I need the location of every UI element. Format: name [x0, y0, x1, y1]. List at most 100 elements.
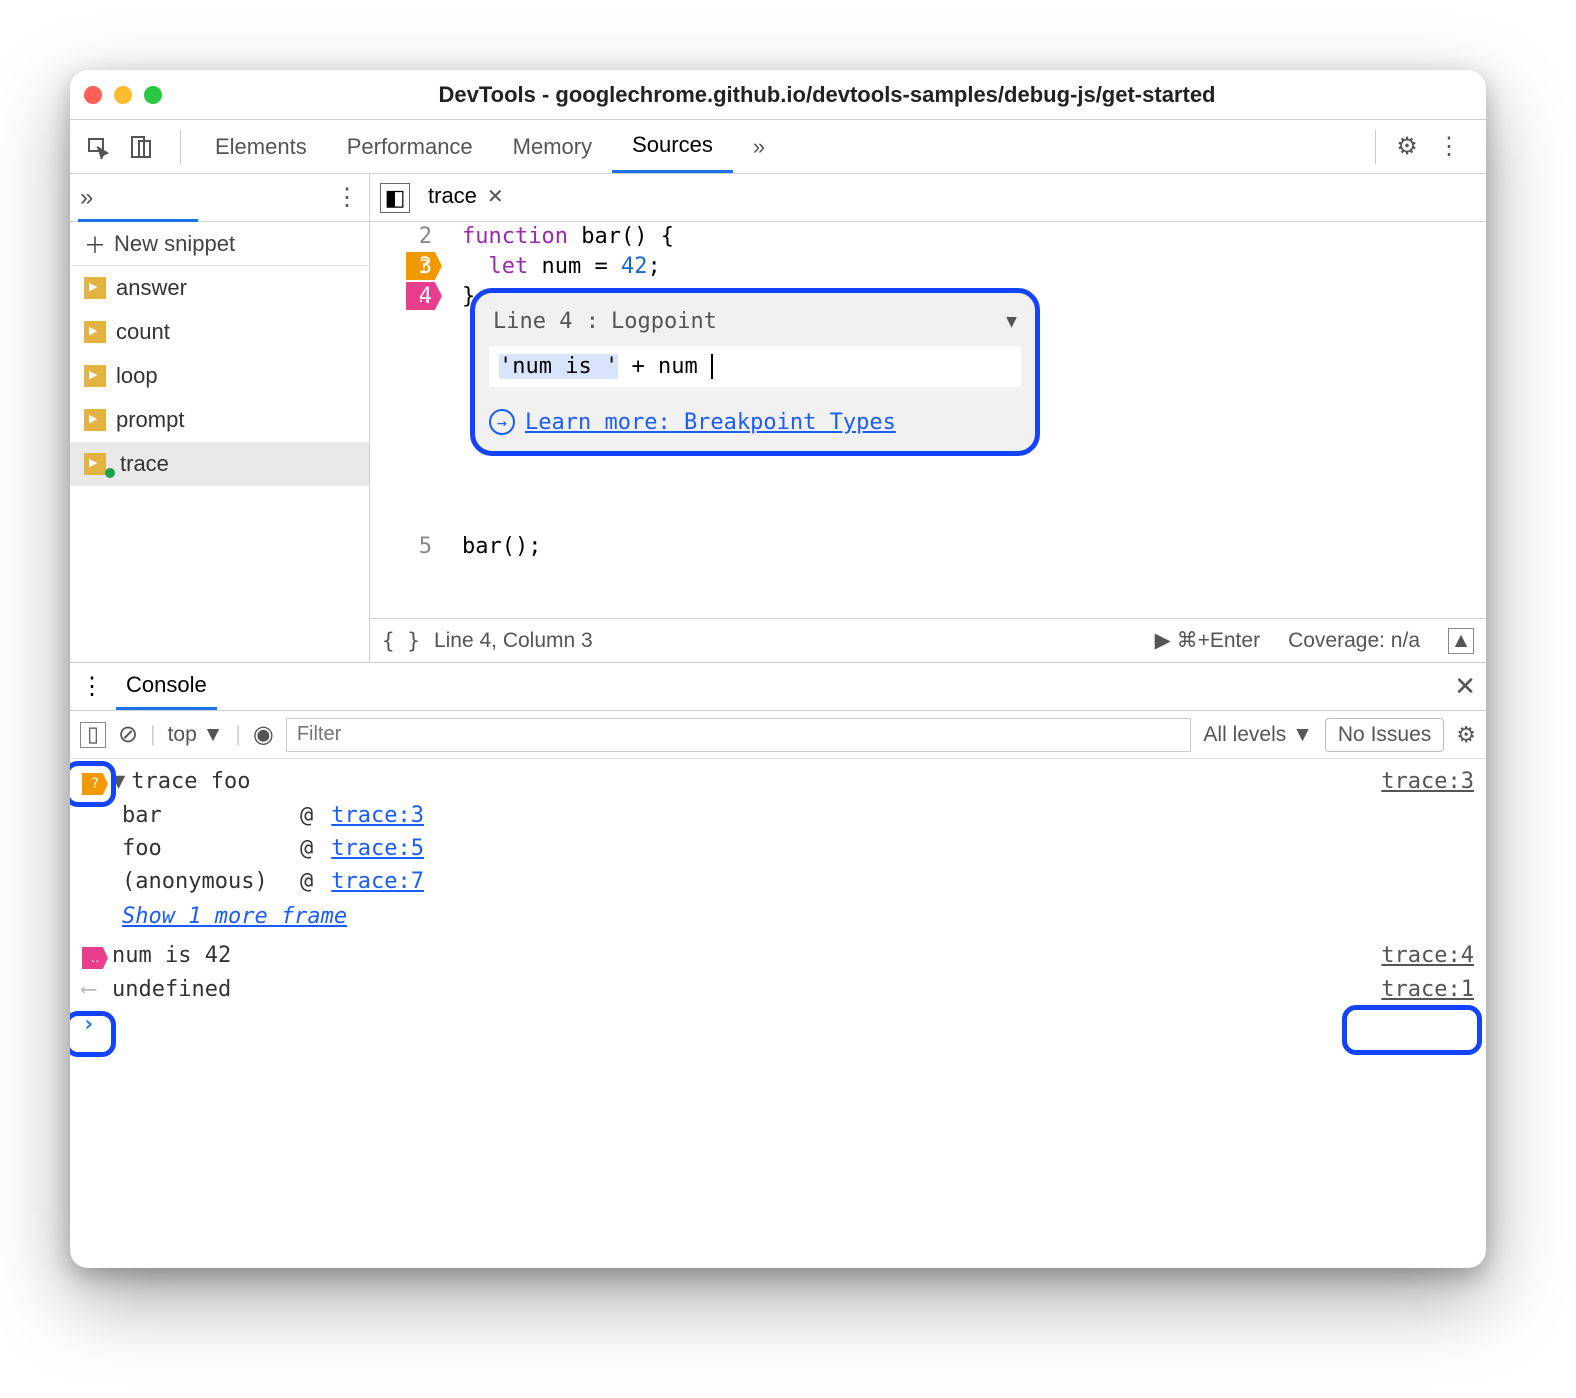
snippet-label: count [116, 319, 170, 345]
line-number[interactable]: 5 [370, 532, 432, 562]
gear-icon[interactable]: ⚙ [1390, 130, 1424, 164]
close-window-icon[interactable] [84, 86, 102, 104]
expand-icon[interactable]: ▼ [112, 769, 125, 794]
trace-icon: ? [82, 773, 108, 795]
window-controls [84, 86, 162, 104]
stack-link[interactable]: trace:3 [331, 803, 424, 828]
live-expression-icon[interactable]: ◉ [253, 720, 274, 749]
titlebar: DevTools - googlechrome.github.io/devtoo… [70, 70, 1486, 120]
console-toolbar: ▯ ⊘ | top ▼ | ◉ All levels ▼ No Issues ⚙ [70, 711, 1486, 759]
minimize-window-icon[interactable] [114, 86, 132, 104]
file-tab-label: trace [428, 183, 477, 209]
console-row-return: ⟵ undefined trace:1 [82, 973, 1474, 1006]
snippet-icon [84, 453, 106, 475]
expr-string: 'num is ' [499, 354, 618, 379]
show-more-frames-link[interactable]: Show 1 more frame [82, 898, 1474, 939]
stack-frame: foo@trace:5 [122, 832, 1474, 865]
tab-memory[interactable]: Memory [493, 120, 612, 173]
separator [180, 130, 181, 164]
console-sidebar-icon[interactable]: ▯ [80, 722, 106, 748]
dropdown-icon[interactable]: ▼ [1006, 311, 1017, 332]
console-message: num is 42 [112, 943, 1381, 968]
line-number[interactable]: 3 [370, 252, 432, 282]
code-area[interactable]: 2 function bar() { ?3 let num = 42; ‥4 }… [370, 222, 1486, 618]
tab-elements[interactable]: Elements [195, 120, 327, 173]
stack-frame: (anonymous)@trace:7 [122, 865, 1474, 898]
snippet-item-loop[interactable]: loop [70, 354, 369, 398]
line-number[interactable]: 2 [370, 222, 432, 252]
context-selector[interactable]: top ▼ [168, 723, 224, 747]
close-tab-icon[interactable]: ✕ [487, 184, 504, 209]
source-link[interactable]: trace:4 [1381, 943, 1474, 968]
code-line[interactable]: let num = 42; [442, 252, 661, 282]
stack-trace: bar@trace:3 foo@trace:5 (anonymous)@trac… [82, 799, 1474, 898]
new-snippet-button[interactable]: ＋ New snippet [70, 222, 369, 266]
return-arrow-icon: ⟵ [82, 977, 112, 1002]
plus-icon: ＋ [84, 228, 106, 260]
snippet-icon [84, 321, 106, 343]
log-levels-selector[interactable]: All levels ▼ [1203, 723, 1312, 747]
tab-console[interactable]: Console [116, 663, 217, 710]
console-output: ? ▼ trace foo trace:3 bar@trace:3 foo@tr… [70, 759, 1486, 1268]
cursor-position: Line 4, Column 3 [434, 629, 593, 653]
devtools-tabbar: Elements Performance Memory Sources » ⚙ … [70, 120, 1486, 174]
arrow-circle-icon: → [489, 409, 515, 435]
snippet-item-trace[interactable]: trace [70, 442, 369, 486]
snippet-list: answer count loop prompt trace [70, 266, 369, 662]
snippet-icon [84, 277, 106, 299]
expand-icon[interactable]: ▲ [1448, 628, 1474, 654]
device-icon[interactable] [124, 130, 158, 164]
console-row-trace: ? ▼ trace foo trace:3 [82, 765, 1474, 799]
sidebar-overflow-icon[interactable]: » [80, 184, 93, 212]
clear-console-icon[interactable]: ⊘ [118, 720, 138, 749]
source-link[interactable]: trace:3 [1381, 769, 1474, 794]
tab-sources[interactable]: Sources [612, 120, 733, 173]
run-hint[interactable]: ▶ ⌘+Enter [1155, 628, 1260, 653]
at-symbol: @ [300, 836, 313, 861]
sidebar-menu-icon[interactable]: ⋮ [335, 183, 359, 212]
breakpoint-type-label[interactable]: Logpoint [611, 309, 717, 334]
kebab-icon[interactable]: ⋮ [1432, 130, 1466, 164]
snippet-item-answer[interactable]: answer [70, 266, 369, 310]
learn-more-link[interactable]: Learn more: Breakpoint Types [525, 410, 896, 435]
drawer-tabs: ⋮ Console ✕ [70, 663, 1486, 711]
console-message: trace foo [131, 769, 1381, 794]
window-title: DevTools - googlechrome.github.io/devtoo… [182, 82, 1472, 108]
stack-link[interactable]: trace:7 [331, 869, 424, 894]
logpoint-popup: Line 4 : Logpoint ▼ 'num is ' + num → Le… [470, 288, 1040, 456]
line-number[interactable]: 4 [370, 282, 432, 312]
logpoint-expression-input[interactable]: 'num is ' + num [489, 346, 1021, 387]
toggle-navigator-icon[interactable]: ◧ [380, 183, 410, 213]
file-tab-trace[interactable]: trace ✕ [422, 174, 510, 221]
tab-performance[interactable]: Performance [327, 120, 493, 173]
at-symbol: @ [300, 869, 313, 894]
expr-rest: + num [618, 354, 697, 379]
console-prompt[interactable]: › [82, 1006, 1474, 1043]
issues-button[interactable]: No Issues [1325, 718, 1444, 752]
drawer-menu-icon[interactable]: ⋮ [80, 672, 104, 701]
coverage-label: Coverage: n/a [1288, 629, 1420, 653]
tab-more[interactable]: » [733, 120, 785, 173]
at-symbol: @ [300, 803, 313, 828]
snippet-icon [84, 365, 106, 387]
console-filter-input[interactable] [286, 718, 1192, 752]
sources-sidebar: » ⋮ ＋ New snippet answer count loop prom… [70, 174, 370, 662]
popup-line-label: Line 4 : [493, 309, 599, 334]
snippet-label: answer [116, 275, 187, 301]
stack-link[interactable]: trace:5 [331, 836, 424, 861]
modified-dot-icon [105, 468, 115, 478]
code-line[interactable]: function bar() { [442, 222, 674, 252]
drawer-close-icon[interactable]: ✕ [1454, 671, 1476, 702]
zoom-window-icon[interactable] [144, 86, 162, 104]
code-line[interactable]: bar(); [442, 532, 541, 562]
snippet-item-prompt[interactable]: prompt [70, 398, 369, 442]
console-settings-icon[interactable]: ⚙ [1456, 722, 1476, 748]
pretty-print-icon[interactable]: { } [382, 629, 420, 653]
snippet-icon [84, 409, 106, 431]
source-editor: ◧ trace ✕ 2 function bar() { ?3 let num … [370, 174, 1486, 662]
source-link[interactable]: trace:1 [1381, 977, 1474, 1002]
separator [1375, 130, 1376, 164]
snippet-item-count[interactable]: count [70, 310, 369, 354]
console-drawer: ⋮ Console ✕ ▯ ⊘ | top ▼ | ◉ All levels ▼… [70, 662, 1486, 1268]
inspect-icon[interactable] [82, 130, 116, 164]
